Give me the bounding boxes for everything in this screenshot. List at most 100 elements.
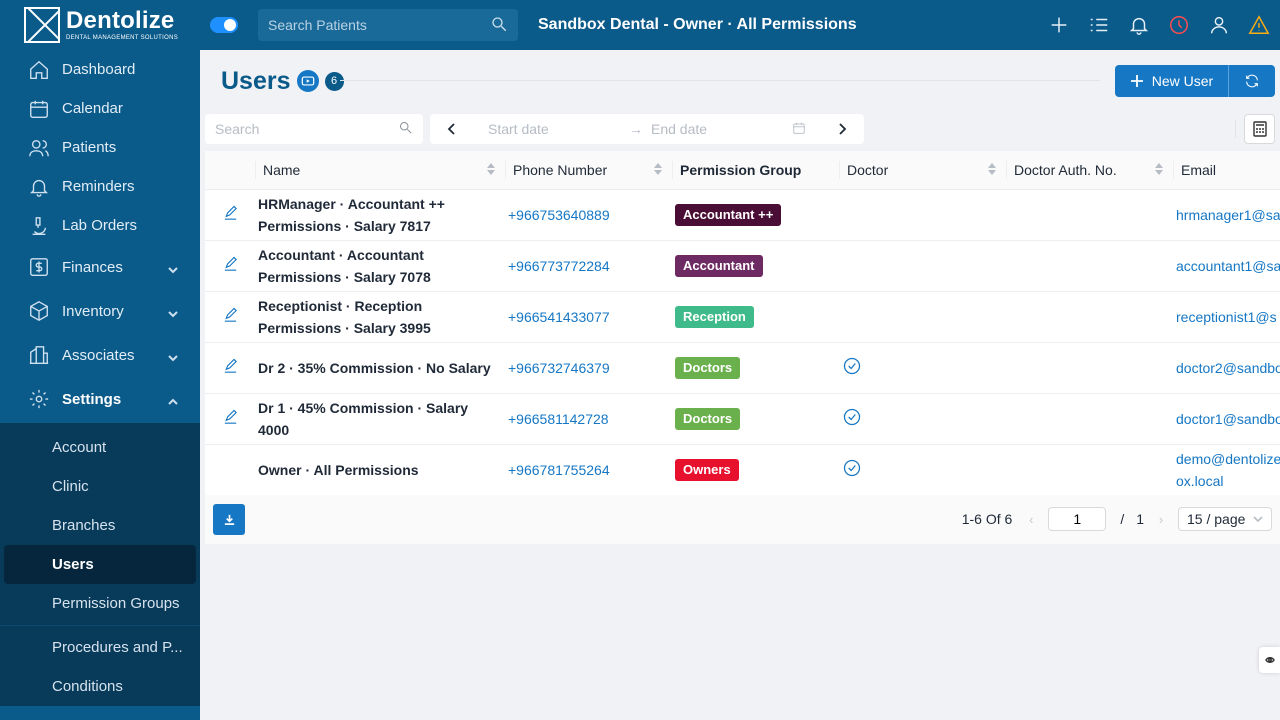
sidebar-item-calendar[interactable]: Calendar bbox=[0, 89, 200, 128]
users-table: Name Phone Number Permission Group Docto… bbox=[205, 151, 1280, 544]
table-row[interactable]: Owner · All Permissions +966781755264 Owne… bbox=[205, 444, 1280, 496]
user-phone[interactable]: +966541433077 bbox=[505, 291, 672, 343]
user-email[interactable]: demo@dentolize sandbox.local bbox=[1173, 444, 1280, 496]
permission-group-tag: Owners bbox=[675, 458, 739, 481]
topbar: Sandbox Dental - Owner · All Permissions bbox=[200, 0, 1280, 50]
user-count-badge: 6 bbox=[324, 71, 344, 91]
sidebar-item-inventory[interactable]: Inventory bbox=[0, 289, 200, 333]
subnav-item-clinic[interactable]: Clinic bbox=[0, 467, 200, 506]
doctor-auth-cell bbox=[1006, 444, 1173, 496]
floating-eye-button[interactable] bbox=[1259, 647, 1280, 673]
next-page-button[interactable]: › bbox=[1154, 512, 1168, 527]
prev-page-button[interactable]: ‹ bbox=[1024, 512, 1038, 527]
column-header-phone[interactable]: Phone Number bbox=[505, 151, 672, 190]
subnav-item-branches[interactable]: Branches bbox=[0, 506, 200, 545]
sidebar-item-dashboard[interactable]: Dashboard bbox=[0, 50, 200, 89]
subnav-divider bbox=[0, 625, 200, 626]
user-name[interactable]: Owner · All Permissions bbox=[255, 444, 505, 496]
page-number-input[interactable] bbox=[1048, 507, 1107, 531]
patient-search bbox=[258, 9, 518, 41]
search-icon[interactable] bbox=[398, 120, 413, 138]
brand-logo[interactable]: Dentolize DENTAL MANAGEMENT SOLUTIONS bbox=[0, 0, 200, 50]
sidebar-item-settings[interactable]: Settings bbox=[0, 377, 200, 421]
warning-icon[interactable] bbox=[1248, 14, 1270, 36]
sort-icon[interactable] bbox=[654, 163, 662, 175]
table-row[interactable]: Dr 2 · 35% Commission · No Salary +966732… bbox=[205, 342, 1280, 394]
table-row[interactable]: HRManager · Accountant ++ Permissions · … bbox=[205, 189, 1280, 241]
subnav-item-conditions[interactable]: Conditions bbox=[0, 667, 200, 706]
user-phone[interactable]: +966773772284 bbox=[505, 240, 672, 292]
calculator-button[interactable] bbox=[1244, 114, 1275, 144]
user-name[interactable]: Dr 1 · 45% Commission · Salary 4000 bbox=[255, 393, 505, 445]
clock-alert-icon[interactable] bbox=[1168, 14, 1190, 36]
refresh-button[interactable] bbox=[1229, 65, 1275, 97]
user-phone[interactable]: +966732746379 bbox=[505, 342, 672, 394]
task-list-icon[interactable] bbox=[1088, 14, 1110, 36]
column-header-doctor[interactable]: Doctor bbox=[839, 151, 1006, 190]
doctor-cell bbox=[839, 189, 1006, 241]
sidebar-item-reminders[interactable]: Reminders bbox=[0, 167, 200, 206]
edit-icon[interactable] bbox=[222, 307, 239, 327]
user-phone[interactable]: +966781755264 bbox=[505, 444, 672, 496]
chevron-up-icon bbox=[168, 394, 178, 405]
sort-icon[interactable] bbox=[487, 163, 495, 175]
download-button[interactable] bbox=[213, 504, 245, 535]
plus-icon[interactable] bbox=[1048, 14, 1070, 36]
user-phone[interactable]: +966753640889 bbox=[505, 189, 672, 241]
user-name[interactable]: HRManager · Accountant ++ Permissions · … bbox=[255, 189, 505, 241]
refresh-icon bbox=[1246, 74, 1258, 88]
column-header-name[interactable]: Name bbox=[255, 151, 505, 190]
user-email[interactable]: receptionist1@s ed bbox=[1173, 291, 1280, 343]
column-header-doctor-auth[interactable]: Doctor Auth. No. bbox=[1006, 151, 1173, 190]
end-date-input[interactable]: End date bbox=[651, 121, 792, 137]
sort-icon[interactable] bbox=[988, 163, 996, 175]
edit-icon[interactable] bbox=[222, 409, 239, 429]
edit-icon[interactable] bbox=[222, 256, 239, 276]
edit-cell bbox=[205, 291, 255, 343]
prev-range-button[interactable] bbox=[430, 114, 474, 144]
user-phone[interactable]: +966581142728 bbox=[505, 393, 672, 445]
video-tutorial-icon[interactable] bbox=[296, 70, 319, 92]
search-icon[interactable] bbox=[490, 15, 508, 36]
permission-group-cell: Reception bbox=[672, 291, 839, 343]
sidebar-item-patients[interactable]: Patients bbox=[0, 128, 200, 167]
sidebar-item-lab-orders[interactable]: Lab Orders bbox=[0, 206, 200, 245]
user-email[interactable]: accountant1@sa ed bbox=[1173, 240, 1280, 292]
column-header-edit bbox=[205, 151, 255, 190]
table-row[interactable]: Dr 1 · 45% Commission · Salary 4000 +9665… bbox=[205, 393, 1280, 445]
user-email[interactable]: doctor1@sandbo bbox=[1173, 393, 1280, 445]
user-name[interactable]: Receptionist · Reception Permissions · S… bbox=[255, 291, 505, 343]
user-email[interactable]: doctor2@sandbo bbox=[1173, 342, 1280, 394]
user-email[interactable]: hrmanager1@sa ed bbox=[1173, 189, 1280, 241]
table-row[interactable]: Accountant · Accountant Permissions · Sa… bbox=[205, 240, 1280, 292]
next-range-button[interactable] bbox=[820, 114, 864, 144]
edit-icon[interactable] bbox=[222, 205, 239, 225]
sort-icon[interactable] bbox=[1155, 163, 1163, 175]
page-size-select[interactable]: 15 / page bbox=[1178, 507, 1272, 531]
gear-icon bbox=[28, 388, 50, 410]
subnav-item-procedures[interactable]: Procedures and P... bbox=[0, 628, 200, 667]
user-name[interactable]: Dr 2 · 35% Commission · No Salary bbox=[255, 342, 505, 394]
column-header-email[interactable]: Email bbox=[1173, 151, 1280, 190]
chevron-right-icon bbox=[839, 123, 847, 135]
subnav-item-users[interactable]: Users bbox=[4, 545, 196, 584]
sidebar-item-associates[interactable]: Associates bbox=[0, 333, 200, 377]
calendar-icon[interactable] bbox=[792, 121, 806, 138]
user-profile-icon[interactable] bbox=[1208, 14, 1230, 36]
sidebar-toggle-switch[interactable] bbox=[210, 17, 238, 33]
column-header-label: Phone Number bbox=[513, 161, 608, 178]
edit-icon[interactable] bbox=[222, 358, 239, 378]
dollar-icon bbox=[28, 256, 50, 278]
start-date-input[interactable]: Start date bbox=[474, 121, 629, 137]
building-icon bbox=[28, 344, 50, 366]
sidebar-item-finances[interactable]: Finances bbox=[0, 245, 200, 289]
user-name[interactable]: Accountant · Accountant Permissions · Sa… bbox=[255, 240, 505, 292]
bell-icon[interactable] bbox=[1128, 14, 1150, 36]
subnav-item-permission-groups[interactable]: Permission Groups bbox=[0, 584, 200, 623]
column-header-permission-group[interactable]: Permission Group bbox=[672, 151, 839, 190]
new-user-button[interactable]: New User bbox=[1115, 65, 1229, 97]
patient-search-input[interactable] bbox=[268, 17, 490, 33]
user-search-input[interactable] bbox=[215, 121, 398, 137]
table-row[interactable]: Receptionist · Reception Permissions · S… bbox=[205, 291, 1280, 343]
subnav-item-account[interactable]: Account bbox=[0, 428, 200, 467]
